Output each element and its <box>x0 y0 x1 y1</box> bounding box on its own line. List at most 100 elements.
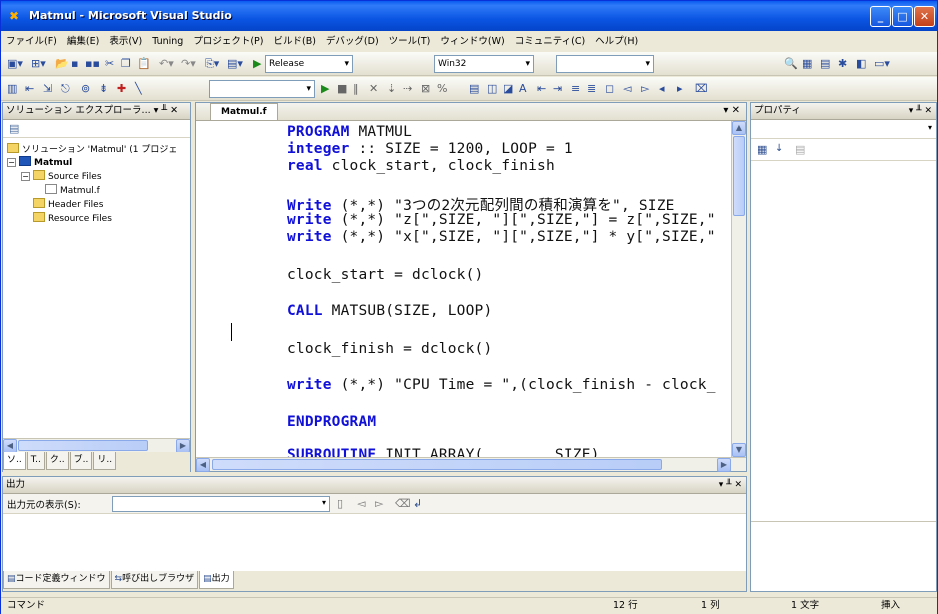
tree-solution[interactable]: ソリューション 'Matmul' (1 プロジェ <box>7 143 177 157</box>
minimize-button[interactable]: _ <box>870 6 891 27</box>
menu-file[interactable]: ファイル(F) <box>1 32 62 51</box>
percent-icon[interactable]: % <box>437 82 447 96</box>
find-in-files-icon[interactable]: 🔍 <box>784 57 798 71</box>
toolbox-icon[interactable]: ✱ <box>838 57 847 71</box>
stop-icon[interactable]: ■ <box>337 82 347 96</box>
new-project-icon[interactable]: ▣▾ <box>7 57 23 71</box>
tab-matmul-f[interactable]: Matmul.f <box>210 103 278 120</box>
configuration-select[interactable]: Release <box>265 55 353 73</box>
menu-build[interactable]: ビルド(B) <box>268 32 320 51</box>
debug-combo[interactable] <box>209 80 315 98</box>
properties-object-select[interactable]: ▾ <box>751 120 936 139</box>
scroll-left-icon[interactable]: ◀ <box>3 439 17 453</box>
line-icon[interactable]: ╲ <box>135 82 142 96</box>
menu-tuning[interactable]: Tuning <box>147 32 188 51</box>
next-folder-bookmark-icon[interactable]: ▸ <box>677 82 683 96</box>
increase-indent-icon[interactable]: ⇥ <box>553 82 562 96</box>
alphabetical-icon[interactable]: ↓ <box>775 143 783 154</box>
tab-call-browser[interactable]: ⇆呼び出しブラウザ <box>110 571 199 589</box>
complete-word-icon[interactable]: A <box>519 82 527 96</box>
comment-icon[interactable]: ⇲ <box>43 82 52 96</box>
editor-close-icon[interactable]: ▾ ✕ <box>723 105 740 116</box>
scroll-down-icon[interactable]: ▼ <box>732 443 746 457</box>
menu-edit[interactable]: 編集(E) <box>62 32 104 51</box>
menu-view[interactable]: 表示(V) <box>104 32 147 51</box>
object-browser-icon[interactable]: ◧ <box>856 57 866 71</box>
output-source-select[interactable]: ▾ <box>112 496 330 512</box>
editor-vscrollbar[interactable]: ▲ ▼ <box>731 121 746 457</box>
breakpoint-icon[interactable]: ⊚ <box>81 82 90 96</box>
paste-icon[interactable]: 📋 <box>137 57 151 71</box>
solution-explorer-header[interactable]: ソリューション エクスプローラ... ▾ ╨ ✕ <box>3 103 190 120</box>
format-icon[interactable]: ⎋ <box>61 82 70 96</box>
add-item-icon[interactable]: ⊞▾ <box>31 57 46 71</box>
step-into-icon[interactable]: ⇣ <box>387 82 396 96</box>
save-all-icon[interactable]: ▪▪ <box>85 57 100 71</box>
tree-project[interactable]: − Matmul <box>7 156 72 170</box>
copy-icon[interactable]: ❐ <box>121 57 131 71</box>
prev-message-icon[interactable]: ◅ <box>357 497 365 510</box>
chevron-down-icon[interactable]: ▾ <box>928 123 932 132</box>
hex-icon[interactable]: ⊠ <box>421 82 430 96</box>
continue-icon[interactable]: ▶ <box>321 82 329 96</box>
build-icon[interactable]: ▥ <box>7 82 17 96</box>
pane-controls-icon[interactable]: ▾ ╨ ✕ <box>719 477 742 493</box>
scroll-thumb[interactable] <box>212 459 662 470</box>
property-pages-icon[interactable]: ▤ <box>795 143 805 156</box>
tree-resource-files[interactable]: Resource Files <box>33 212 112 226</box>
collapse-icon[interactable]: − <box>21 172 30 181</box>
scroll-right-icon[interactable]: ▶ <box>717 458 731 472</box>
maximize-button[interactable]: □ <box>892 6 913 27</box>
clear-icon[interactable]: ✕ <box>369 82 378 96</box>
next-bookmark-icon[interactable]: ▻ <box>641 82 649 96</box>
properties-icon[interactable]: ▤ <box>9 122 19 135</box>
navigate-icon[interactable]: ⎘▾ <box>205 57 219 71</box>
chevron-down-icon[interactable]: ▾ <box>322 498 326 507</box>
clear-bookmarks-icon[interactable]: ⌧ <box>695 82 708 96</box>
categorized-icon[interactable]: ▦ <box>757 143 767 156</box>
bookmark-icon[interactable]: ⇤ <box>25 82 34 96</box>
properties-header[interactable]: プロパティ ▾ ╨ ✕ <box>751 103 936 120</box>
tab-resource-view[interactable]: リ.. <box>93 452 117 470</box>
code-area[interactable]: PROGRAM MATMUL integer :: SIZE = 1200, L… <box>196 121 731 457</box>
editor-hscrollbar[interactable]: ◀ ▶ <box>196 457 746 472</box>
scroll-up-icon[interactable]: ▲ <box>732 121 746 135</box>
prev-folder-bookmark-icon[interactable]: ◂ <box>659 82 665 96</box>
menu-help[interactable]: ヘルプ(H) <box>590 32 643 51</box>
comment-lines-icon[interactable]: ≡ <box>571 82 580 96</box>
menu-project[interactable]: プロジェクト(P) <box>188 32 268 51</box>
platform-select[interactable]: Win32 <box>434 55 534 73</box>
pane-controls-icon[interactable]: ▾ ╨ ✕ <box>909 103 932 119</box>
window-icon[interactable]: ▤▾ <box>227 57 243 71</box>
save-icon[interactable]: ▪ <box>71 57 78 71</box>
tab-code-definition[interactable]: ▤コード定義ウィンドウ <box>3 571 110 589</box>
clear-all-icon[interactable]: ⌫ <box>395 497 411 510</box>
step-over-icon[interactable]: ⇢ <box>403 82 412 96</box>
solution-explorer-icon[interactable]: ▦ <box>802 57 812 71</box>
menu-tools[interactable]: ツール(T) <box>384 32 436 51</box>
tab-solution-explorer[interactable]: ソ.. <box>3 452 26 470</box>
properties-icon[interactable]: ▤ <box>820 57 830 71</box>
toggle-bookmark-icon[interactable]: ◻ <box>605 82 614 96</box>
tab-class-view[interactable]: ク.. <box>45 452 69 470</box>
menu-community[interactable]: コミュニティ(C) <box>510 32 590 51</box>
tab-output[interactable]: ▤出力 <box>199 571 234 589</box>
scroll-thumb[interactable] <box>18 440 148 451</box>
scroll-right-icon[interactable]: ▶ <box>176 439 190 453</box>
undo-icon[interactable]: ↶▾ <box>159 57 174 71</box>
open-icon[interactable]: 📂 <box>55 57 69 71</box>
tree-source-files[interactable]: − Source Files <box>21 170 102 184</box>
menu-debug[interactable]: デバッグ(D) <box>321 32 384 51</box>
decrease-indent-icon[interactable]: ⇤ <box>537 82 546 96</box>
pause-icon[interactable]: ‖ <box>353 82 359 96</box>
redo-icon[interactable]: ↷▾ <box>181 57 196 71</box>
solution-hscrollbar[interactable]: ◀ ▶ <box>3 438 190 453</box>
tree-header-files[interactable]: Header Files <box>33 198 103 212</box>
menu-window[interactable]: ウィンドウ(W) <box>435 32 509 51</box>
step-icon[interactable]: ⇟ <box>99 82 108 96</box>
list-members-icon[interactable]: ▤ <box>469 82 479 96</box>
go-to-icon[interactable]: ▯ <box>337 497 343 510</box>
collapse-icon[interactable]: − <box>7 158 16 167</box>
close-button[interactable]: ✕ <box>914 6 935 27</box>
quick-info-icon[interactable]: ◪ <box>503 82 513 96</box>
